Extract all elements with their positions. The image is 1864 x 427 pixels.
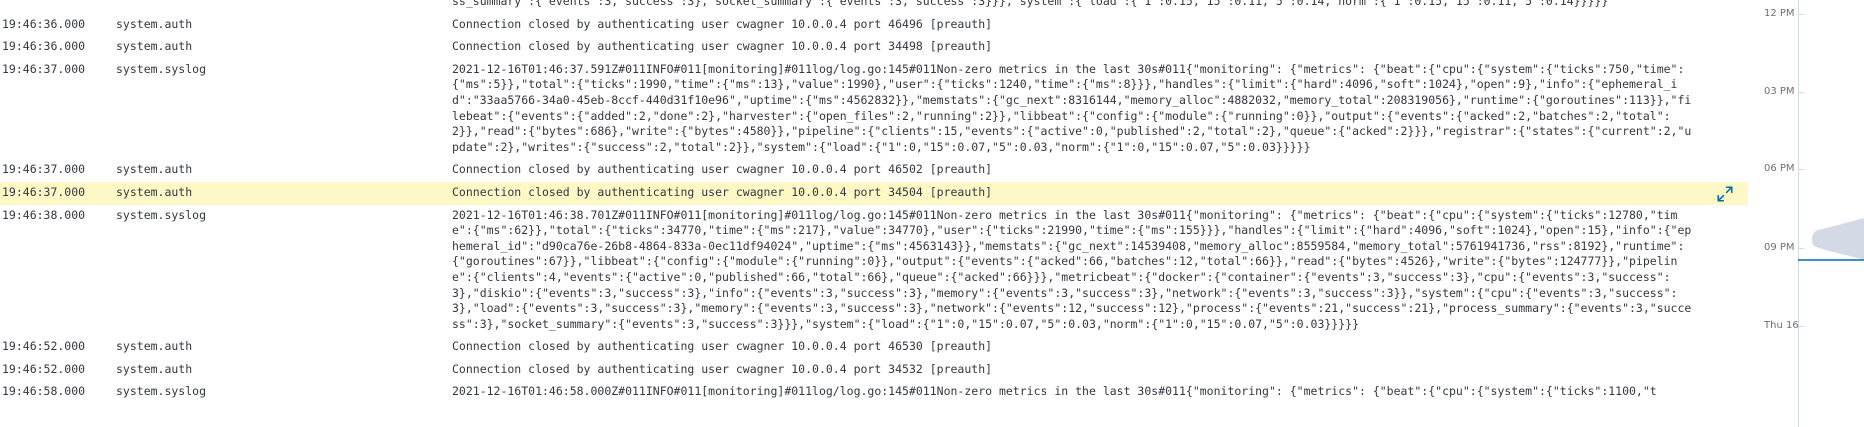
log-timestamp: 19:46:37.000: [2, 162, 86, 177]
log-dataset: system.auth: [116, 162, 193, 177]
log-timestamp: 19:46:36.000: [2, 16, 86, 31]
minimap-tick: [1798, 169, 1804, 170]
log-timestamp: 19:46:37.000: [2, 61, 86, 76]
log-message: Connection closed by authenticating user…: [452, 39, 993, 54]
minimap-time-label: 06 PM: [1764, 163, 1795, 174]
log-timestamp: 19:46:58.000: [2, 384, 86, 399]
log-row[interactable]: 19:46:36.000 system.auth Connection closed…: [0, 36, 1748, 59]
minimap-tick: [1798, 92, 1804, 93]
log-dataset: system.syslog: [116, 61, 207, 76]
log-minimap[interactable]: 12 PM 03 PM 06 PM 09 PM Thu 16: [1748, 0, 1864, 427]
minimap-time-label: 03 PM: [1764, 86, 1795, 97]
log-timestamp: [0, 0, 116, 10]
log-dataset: system.auth: [116, 184, 193, 199]
log-row[interactable]: 19:46:52.000 system.auth Connection closed…: [0, 336, 1748, 359]
minimap-tick: [1798, 14, 1804, 15]
expand-icon[interactable]: [1716, 185, 1734, 203]
minimap-tick: [1798, 248, 1804, 249]
minimap-time-label: 09 PM: [1764, 242, 1795, 253]
minimap-tick: [1798, 326, 1804, 327]
log-message: Connection closed by authenticating user…: [452, 16, 993, 31]
minimap-density: [1811, 218, 1864, 260]
minimap-distribution: [1798, 218, 1864, 261]
log-timestamp: 19:46:38.000: [2, 207, 86, 222]
log-dataset: system.auth: [116, 16, 193, 31]
minimap-time-label: Thu 16: [1764, 320, 1799, 331]
log-row[interactable]: ss_summary":{"events":3,"success":3},"so…: [0, 0, 1748, 14]
log-message: Connection closed by authenticating user…: [452, 339, 993, 354]
log-timestamp: 19:46:37.000: [2, 184, 86, 199]
log-row[interactable]: 19:46:36.000 system.auth Connection closed…: [0, 14, 1748, 37]
log-message: Connection closed by authenticating user…: [452, 162, 993, 177]
log-row[interactable]: 19:46:37.000 system.syslog 2021-12-16T01:4…: [0, 59, 1748, 160]
log-row[interactable]: 19:46:58.000 system.syslog 2021-12-16T01:4…: [0, 381, 1748, 404]
log-dataset: system.syslog: [116, 207, 207, 222]
log-timestamp: 19:46:52.000: [2, 361, 86, 376]
log-message: Connection closed by authenticating user…: [452, 361, 993, 376]
log-message: 2021-12-16T01:46:37.591Z#011INFO#011[mon…: [452, 61, 1692, 154]
log-dataset: system.auth: [116, 361, 193, 376]
log-row[interactable]: 19:46:37.000 system.auth Connection closed…: [0, 159, 1748, 182]
log-message: 2021-12-16T01:46:58.000Z#011INFO#011[mon…: [452, 384, 1657, 399]
log-timestamp: 19:46:36.000: [2, 39, 86, 54]
log-stream: ss_summary":{"events":3,"success":3},"so…: [0, 0, 1748, 427]
log-row[interactable]: 19:46:38.000 system.syslog 2021-12-16T01:4…: [0, 205, 1748, 337]
log-message: 2021-12-16T01:46:38.701Z#011INFO#011[mon…: [452, 207, 1692, 331]
log-message: Connection closed by authenticating user…: [452, 184, 993, 199]
log-dataset: system.auth: [116, 339, 193, 354]
log-row[interactable]: 19:46:52.000 system.auth Connection closed…: [0, 359, 1748, 382]
log-message: ss_summary":{"events":3,"success":3},"so…: [452, 0, 1609, 8]
log-timestamp: 19:46:52.000: [2, 339, 86, 354]
minimap-time-label: 12 PM: [1764, 8, 1795, 19]
log-dataset: [116, 0, 452, 10]
log-dataset: system.syslog: [116, 384, 207, 399]
log-row-highlighted[interactable]: 19:46:37.000 system.auth Connection closed…: [0, 181, 1748, 205]
log-dataset: system.auth: [116, 39, 193, 54]
